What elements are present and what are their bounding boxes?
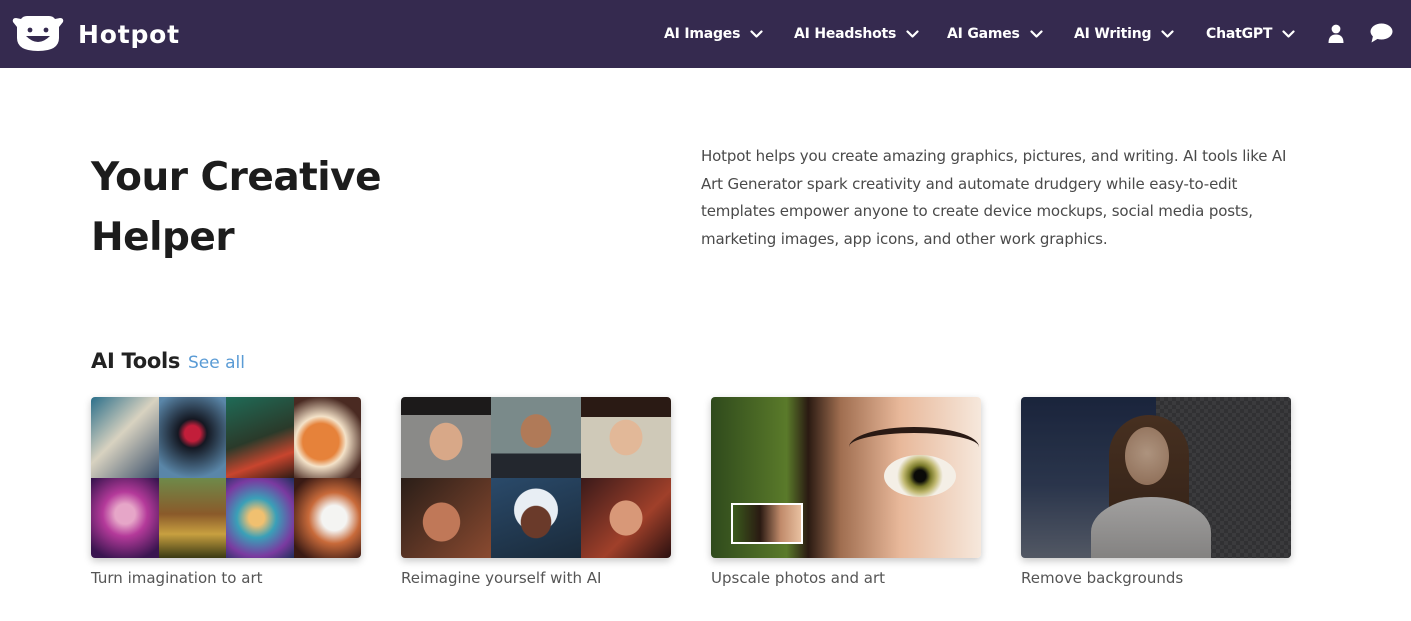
card-caption: Turn imagination to art xyxy=(91,569,263,587)
nav-item-label: AI Games xyxy=(947,26,1020,42)
chevron-down-icon xyxy=(1030,30,1043,38)
nav-item-label: ChatGPT xyxy=(1206,26,1273,42)
card-caption: Reimagine yourself with AI xyxy=(401,569,602,587)
nav-ai-writing[interactable]: AI Writing xyxy=(1074,22,1174,46)
top-navbar: Hotpot AI Images AI Headshots AI Games A… xyxy=(0,0,1411,68)
card-caption: Upscale photos and art xyxy=(711,569,885,587)
chevron-down-icon xyxy=(906,30,919,38)
background-removal-image xyxy=(1021,397,1291,558)
tool-card-remove-background[interactable]: Remove backgrounds xyxy=(1021,397,1291,587)
nav-chatgpt[interactable]: ChatGPT xyxy=(1206,22,1295,46)
tool-card-ai-headshots[interactable]: Reimagine yourself with AI xyxy=(401,397,671,587)
ai-art-collage-image xyxy=(91,397,361,558)
chevron-down-icon xyxy=(1161,30,1174,38)
nav-item-label: AI Images xyxy=(664,26,741,42)
nav-ai-images[interactable]: AI Images xyxy=(664,22,763,46)
nav-item-label: AI Headshots xyxy=(794,26,897,42)
ai-portraits-collage-image xyxy=(401,397,671,558)
user-icon[interactable] xyxy=(1328,24,1344,43)
nav-ai-headshots[interactable]: AI Headshots xyxy=(794,22,919,46)
see-all-link[interactable]: See all xyxy=(188,353,245,373)
chevron-down-icon xyxy=(1282,30,1295,38)
tool-card-upscale[interactable]: Upscale photos and art xyxy=(711,397,981,587)
chevron-down-icon xyxy=(750,30,763,38)
hero-title: Your Creative Helper xyxy=(91,155,382,260)
card-caption: Remove backgrounds xyxy=(1021,569,1184,587)
chat-bubble-icon[interactable] xyxy=(1370,23,1393,43)
brand-name: Hotpot xyxy=(78,19,180,49)
smiling-pot-logo xyxy=(12,16,64,51)
nav-item-label: AI Writing xyxy=(1074,26,1152,42)
brand-home-link[interactable]: Hotpot xyxy=(11,14,180,54)
tool-card-ai-art[interactable]: Turn imagination to art xyxy=(91,397,361,587)
ai-tools-heading: AI Tools xyxy=(91,349,181,373)
eye-closeup-image xyxy=(711,397,981,558)
nav-ai-games[interactable]: AI Games xyxy=(947,22,1043,46)
hero-description: Hotpot helps you create amazing graphics… xyxy=(701,147,1287,248)
